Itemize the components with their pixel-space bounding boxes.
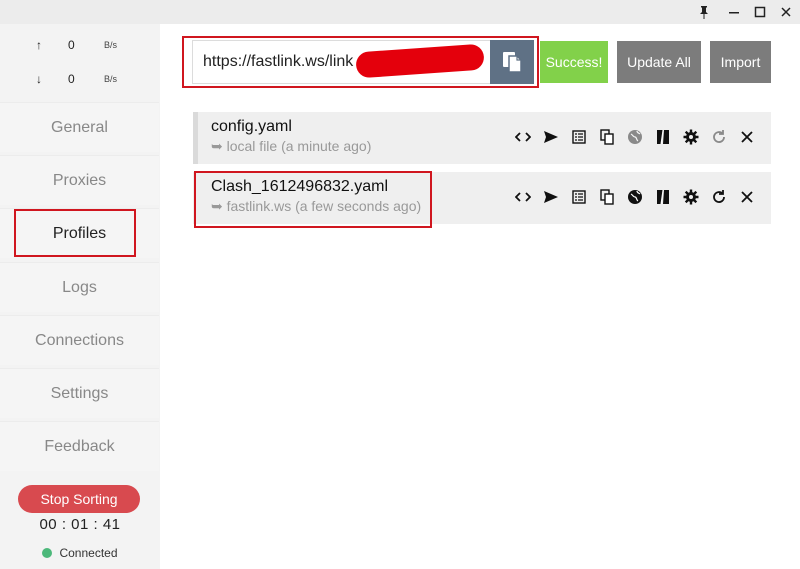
sidebar-item-feedback[interactable]: Feedback	[0, 421, 159, 471]
code-icon[interactable]	[509, 186, 537, 208]
globe-icon[interactable]	[621, 186, 649, 208]
close-icon[interactable]	[733, 126, 761, 148]
upload-arrow-icon: ↑	[36, 38, 42, 52]
send-icon[interactable]	[537, 126, 565, 148]
profile-source: ➥ fastlink.ws (a few seconds ago)	[211, 198, 422, 214]
profile-actions	[509, 186, 761, 208]
gear-icon[interactable]	[677, 186, 705, 208]
send-icon[interactable]	[537, 186, 565, 208]
list-icon[interactable]	[565, 186, 593, 208]
status-dot-icon	[42, 548, 53, 558]
download-speed: ↓ 0 B/s	[0, 70, 160, 90]
sidebar-item-logs[interactable]: Logs	[0, 262, 159, 312]
sidebar: ↑ 0 B/s ↓ 0 B/s General Proxies Profiles…	[0, 24, 160, 569]
download-value: 0	[68, 72, 75, 86]
sidebar-item-settings[interactable]: Settings	[0, 368, 159, 418]
profile-card[interactable]: Clash_1612496832.yaml ➥ fastlink.ws (a f…	[193, 172, 771, 224]
success-button[interactable]: Success!	[540, 41, 608, 83]
profile-name: config.yaml	[211, 118, 292, 135]
traffic-panel: ↑ 0 B/s ↓ 0 B/s	[0, 24, 160, 96]
sidebar-item-label: Feedback	[44, 437, 115, 455]
paste-icon	[503, 52, 522, 73]
paste-button[interactable]	[490, 40, 534, 84]
minimize-icon[interactable]	[722, 2, 746, 22]
sidebar-item-label: Proxies	[52, 171, 107, 189]
maximize-icon[interactable]	[748, 2, 772, 22]
profile-actions	[509, 126, 761, 148]
sidebar-item-label: Profiles	[52, 224, 107, 242]
download-arrow-icon: ↓	[36, 72, 42, 86]
sidebar-item-label: General	[51, 118, 108, 136]
sidebar-item-profiles[interactable]: Profiles	[0, 208, 159, 258]
sidebar-item-proxies[interactable]: Proxies	[0, 155, 159, 205]
import-button[interactable]: Import	[710, 41, 771, 83]
upload-unit: B/s	[104, 40, 118, 50]
close-icon[interactable]	[733, 186, 761, 208]
pin-icon[interactable]	[692, 2, 716, 22]
sidebar-item-label: Connections	[35, 331, 124, 349]
download-unit: B/s	[104, 74, 118, 84]
connection-status: Connected	[0, 546, 160, 560]
upload-speed: ↑ 0 B/s	[0, 36, 160, 56]
uptime-timer: 00 : 01 : 41	[39, 516, 121, 533]
stop-sorting-button[interactable]: Stop Sorting	[18, 485, 140, 513]
gear-icon[interactable]	[677, 126, 705, 148]
profile-name: Clash_1612496832.yaml	[211, 178, 389, 195]
mapping-icon[interactable]	[649, 126, 677, 148]
sidebar-item-general[interactable]: General	[0, 102, 159, 152]
update-all-button[interactable]: Update All	[617, 41, 701, 83]
profile-source: ➥ local file (a minute ago)	[211, 138, 372, 154]
close-icon[interactable]	[774, 2, 798, 22]
refresh-icon[interactable]	[705, 186, 733, 208]
title-bar	[0, 0, 800, 24]
code-icon[interactable]	[509, 126, 537, 148]
sidebar-item-connections[interactable]: Connections	[0, 315, 159, 365]
refresh-icon[interactable]	[705, 126, 733, 148]
sidebar-item-label: Settings	[50, 384, 109, 402]
list-icon[interactable]	[565, 126, 593, 148]
selection-indicator	[193, 112, 198, 164]
copy-icon[interactable]	[593, 126, 621, 148]
profile-card[interactable]: config.yaml ➥ local file (a minute ago)	[193, 112, 771, 164]
globe-icon[interactable]	[621, 126, 649, 148]
status-label: Connected	[59, 546, 118, 560]
mapping-icon[interactable]	[649, 186, 677, 208]
sidebar-item-label: Logs	[62, 278, 97, 296]
upload-value: 0	[68, 38, 75, 52]
copy-icon[interactable]	[593, 186, 621, 208]
